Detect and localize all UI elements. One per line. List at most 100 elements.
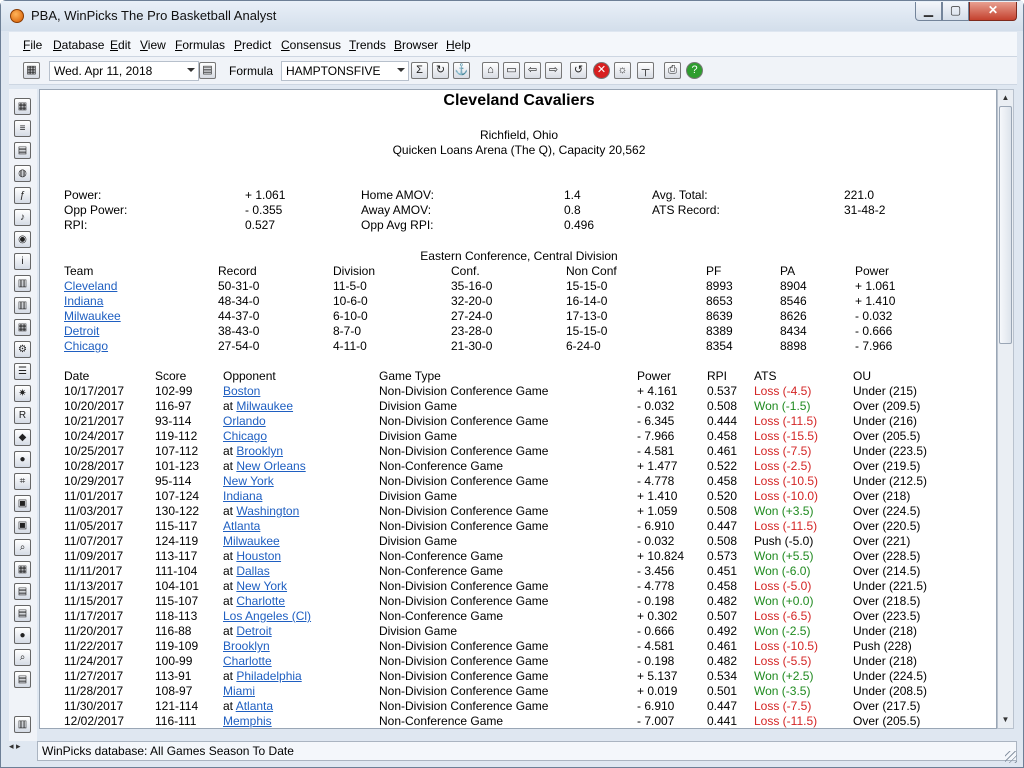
opponent-link[interactable]: Memphis	[223, 714, 272, 728]
back-arrow-icon[interactable]: ⇦	[524, 62, 541, 79]
game-rpi: 0.458	[707, 474, 738, 488]
game-ou: Over (224.5)	[853, 504, 921, 518]
menu-browser[interactable]: Browser	[394, 38, 438, 52]
menu-predict[interactable]: Predict	[234, 38, 271, 52]
home-icon[interactable]: ⌂	[482, 62, 499, 79]
team-link[interactable]: Indiana	[64, 294, 103, 308]
ruler-icon[interactable]: ┬	[637, 62, 654, 79]
lightbulb-icon[interactable]: ✷	[14, 385, 31, 402]
opponent-link[interactable]: Chicago	[223, 429, 267, 443]
opponent-link[interactable]: Atlanta	[223, 519, 260, 533]
list-icon[interactable]: ≡	[14, 120, 31, 137]
book-icon[interactable]: ▥	[14, 716, 31, 733]
game-opponent: at Dallas	[223, 564, 270, 578]
opponent-link[interactable]: Boston	[223, 384, 260, 398]
formula-select[interactable]: HAMPTONSFIVE	[281, 61, 409, 81]
opponent-link[interactable]: Indiana	[223, 489, 262, 503]
team-link[interactable]: Milwaukee	[64, 309, 121, 323]
calendar-go-icon[interactable]: ▤	[199, 62, 216, 79]
zoom-icon[interactable]: ⌕	[14, 539, 31, 556]
menu-consensus[interactable]: Consensus	[281, 38, 341, 52]
menu-help[interactable]: Help	[446, 38, 471, 52]
grid-icon[interactable]: ▦	[14, 98, 31, 115]
resize-grip[interactable]	[1005, 751, 1017, 763]
stop-icon[interactable]: ✕	[593, 62, 610, 79]
opponent-link[interactable]: Houston	[236, 549, 281, 563]
paste-icon[interactable]: ▤	[14, 671, 31, 688]
copy-icon[interactable]: ▤	[14, 583, 31, 600]
ball-icon[interactable]: ●	[14, 451, 31, 468]
document-refresh-icon[interactable]: ↺	[570, 62, 587, 79]
chevron-down-icon[interactable]	[397, 68, 405, 72]
folder-icon[interactable]: ▭	[503, 62, 520, 79]
date-select[interactable]: Wed. Apr 11, 2018	[49, 61, 199, 81]
opponent-link[interactable]: Los Angeles (Cl)	[223, 609, 311, 623]
find-icon[interactable]: ⌕	[14, 649, 31, 666]
document-copy-icon[interactable]: ▣	[14, 495, 31, 512]
menu-file[interactable]: File	[23, 38, 42, 52]
opponent-link[interactable]: Washington	[236, 504, 299, 518]
opponent-link[interactable]: Philadelphia	[236, 669, 301, 683]
opponent-link[interactable]: New York	[236, 579, 287, 593]
opponent-link[interactable]: Brooklyn	[236, 444, 283, 458]
opponent-link[interactable]: New York	[223, 474, 274, 488]
tag-icon[interactable]: ◆	[14, 429, 31, 446]
rpi-icon[interactable]: R	[14, 407, 31, 424]
menu-database[interactable]: Database	[53, 38, 104, 52]
document-icon[interactable]: ▤	[14, 142, 31, 159]
maximize-button[interactable]: ▢	[942, 2, 969, 21]
opponent-link[interactable]: Dallas	[236, 564, 269, 578]
minimize-button[interactable]: ▁	[915, 2, 942, 21]
opponent-link[interactable]: Brooklyn	[223, 639, 270, 653]
pages-icon[interactable]: ▤	[14, 605, 31, 622]
opponent-link[interactable]: New Orleans	[236, 459, 305, 473]
list-alt-icon[interactable]: ☰	[14, 363, 31, 380]
team-link[interactable]: Cleveland	[64, 279, 117, 293]
globe-icon[interactable]: ◍	[14, 165, 31, 182]
print-icon[interactable]: ⎙	[664, 62, 681, 79]
calculator-icon[interactable]: ▦	[14, 561, 31, 578]
close-button[interactable]: ✕	[969, 2, 1017, 21]
opponent-link[interactable]: Milwaukee	[236, 399, 293, 413]
scroll-down-button[interactable]: ▼	[998, 712, 1013, 728]
globe-network-icon[interactable]: ◉	[14, 231, 31, 248]
document-move-icon[interactable]: ▣	[14, 517, 31, 534]
opponent-link[interactable]: Milwaukee	[223, 534, 280, 548]
chevron-down-icon[interactable]	[187, 68, 195, 72]
opponent-link[interactable]: Charlotte	[236, 594, 285, 608]
settings-icon[interactable]: ⚙	[14, 341, 31, 358]
music-icon[interactable]: ♪	[14, 209, 31, 226]
scroll-up-button[interactable]: ▲	[998, 90, 1013, 106]
forward-arrow-icon[interactable]: ⇨	[545, 62, 562, 79]
menu-trends[interactable]: Trends	[349, 38, 386, 52]
game-score: 115-117	[155, 519, 198, 533]
table-icon[interactable]: ▥	[14, 275, 31, 292]
title-bar[interactable]: PBA, WinPicks The Pro Basketball Analyst…	[1, 1, 1023, 31]
team-link[interactable]: Chicago	[64, 339, 108, 353]
opponent-link[interactable]: Atlanta	[236, 699, 273, 713]
chart-icon[interactable]: ⌗	[14, 473, 31, 490]
refresh-icon[interactable]: ↻	[432, 62, 449, 79]
menu-formulas[interactable]: Formulas	[175, 38, 225, 52]
team-link[interactable]: Detroit	[64, 324, 99, 338]
calendar-icon[interactable]: ▦	[23, 62, 40, 79]
scroll-arrows[interactable]: ◂ ▸	[9, 741, 39, 759]
table-alt-icon[interactable]: ▥	[14, 297, 31, 314]
opponent-link[interactable]: Miami	[223, 684, 255, 698]
info-icon[interactable]: i	[14, 253, 31, 270]
scroll-thumb[interactable]	[999, 106, 1012, 344]
opponent-link[interactable]: Charlotte	[223, 654, 272, 668]
formula-icon[interactable]: ƒ	[14, 187, 31, 204]
anchor-icon[interactable]: ⚓	[453, 62, 470, 79]
save-icon[interactable]: ●	[14, 627, 31, 644]
game-date: 11/15/2017	[64, 594, 124, 608]
help-icon[interactable]: ?	[686, 62, 703, 79]
menu-edit[interactable]: Edit	[110, 38, 131, 52]
opponent-link[interactable]: Orlando	[223, 414, 266, 428]
opponent-link[interactable]: Detroit	[236, 624, 271, 638]
sigma-icon[interactable]: Σ	[411, 62, 428, 79]
vertical-scrollbar[interactable]: ▲ ▼	[997, 89, 1014, 729]
table-grid-icon[interactable]: ▦	[14, 319, 31, 336]
wizard-icon[interactable]: ☼	[614, 62, 631, 79]
menu-view[interactable]: View	[140, 38, 166, 52]
